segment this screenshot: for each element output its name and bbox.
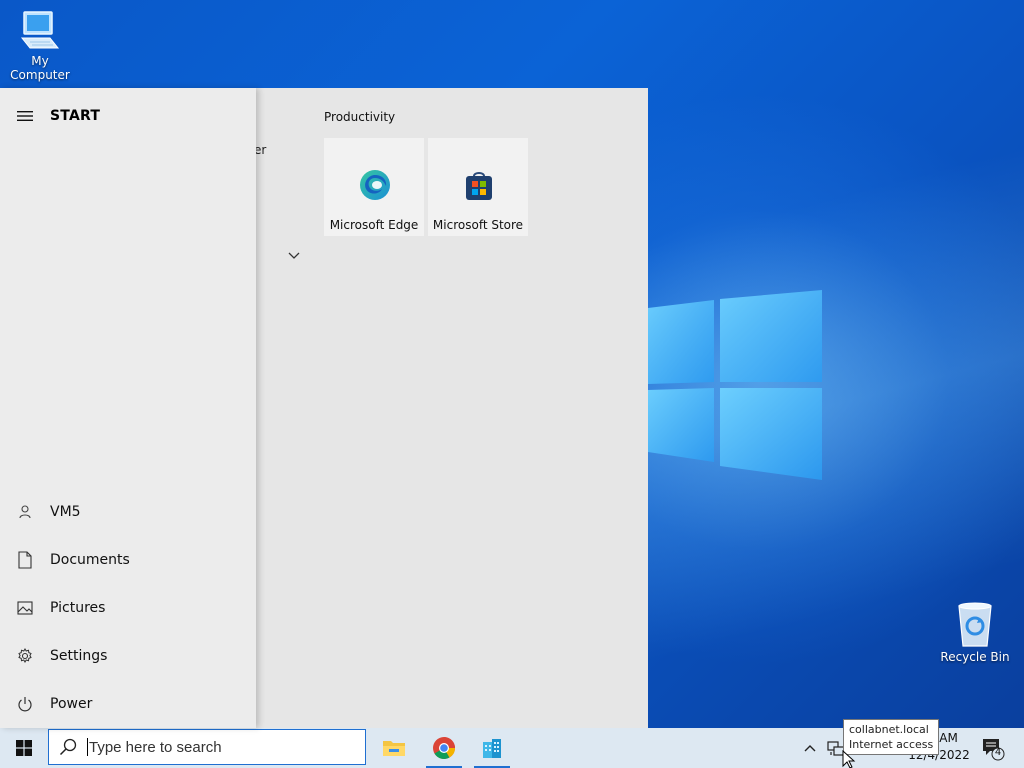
nav-item-power[interactable]: Power (0, 684, 256, 724)
taskbar-app-building[interactable] (470, 728, 514, 768)
chrome-icon (433, 737, 455, 759)
desktop-icon-label: My Computer (10, 54, 70, 82)
taskbar-app-chrome[interactable] (422, 728, 466, 768)
search-icon (59, 738, 77, 756)
tile-microsoft-store[interactable]: Microsoft Store (428, 138, 528, 236)
text-cursor (87, 738, 88, 756)
notification-count: 4 (994, 747, 1002, 758)
start-nav-pane: START VM5 Documents Pictures Settings Po… (0, 88, 256, 728)
action-center-button[interactable]: 4 (978, 734, 1006, 762)
windows-logo (648, 290, 822, 480)
nav-item-user[interactable]: VM5 (0, 492, 256, 532)
chevron-up-icon[interactable] (800, 738, 820, 758)
tooltip-line-network: collabnet.local (849, 723, 929, 736)
nav-item-pictures[interactable]: Pictures (0, 588, 256, 628)
nav-item-label: Documents (50, 552, 130, 568)
search-input[interactable] (89, 738, 349, 756)
document-icon (18, 551, 32, 569)
computer-icon (20, 11, 60, 49)
mouse-pointer-icon (842, 750, 856, 768)
nav-item-label: Power (50, 696, 93, 712)
chevron-down-icon[interactable] (286, 250, 302, 262)
start-button[interactable] (0, 728, 48, 768)
tile-label: Microsoft Store (432, 218, 524, 232)
pictures-icon (17, 601, 33, 615)
desktop-icon-my-computer[interactable]: My Computer (0, 8, 80, 82)
taskbar-app-file-explorer[interactable] (372, 728, 416, 768)
hamburger-menu-button[interactable] (0, 106, 50, 126)
network-tooltip: collabnet.local Internet access (843, 719, 940, 755)
start-title: START (50, 108, 101, 124)
gear-icon (18, 648, 32, 663)
start-header: START (0, 106, 100, 126)
store-icon (466, 172, 492, 200)
nav-item-label: Settings (50, 648, 108, 664)
edge-icon (360, 170, 390, 200)
tile-label: Microsoft Edge (329, 218, 419, 232)
windows-start-icon (16, 740, 32, 756)
desktop-icon-label: Recycle Bin (940, 650, 1010, 664)
tooltip-line-status: Internet access (849, 738, 934, 751)
power-icon (18, 697, 32, 712)
nav-item-settings[interactable]: Settings (0, 636, 256, 676)
desktop-icon-recycle-bin[interactable]: Recycle Bin (935, 600, 1015, 664)
folder-icon (383, 741, 405, 756)
nav-item-documents[interactable]: Documents (0, 540, 256, 580)
tile-group-title[interactable]: Productivity (324, 110, 395, 124)
recycle-bin-icon (958, 602, 992, 647)
start-menu: er START VM5 Documents Pictures Settings… (0, 88, 648, 728)
nav-item-label: VM5 (50, 504, 81, 520)
user-icon (19, 505, 31, 519)
tile-microsoft-edge[interactable]: Microsoft Edge (324, 138, 424, 236)
building-icon (483, 739, 501, 758)
nav-item-label: Pictures (50, 600, 106, 616)
taskbar-search-box[interactable] (48, 729, 366, 765)
hamburger-icon (17, 111, 33, 121)
